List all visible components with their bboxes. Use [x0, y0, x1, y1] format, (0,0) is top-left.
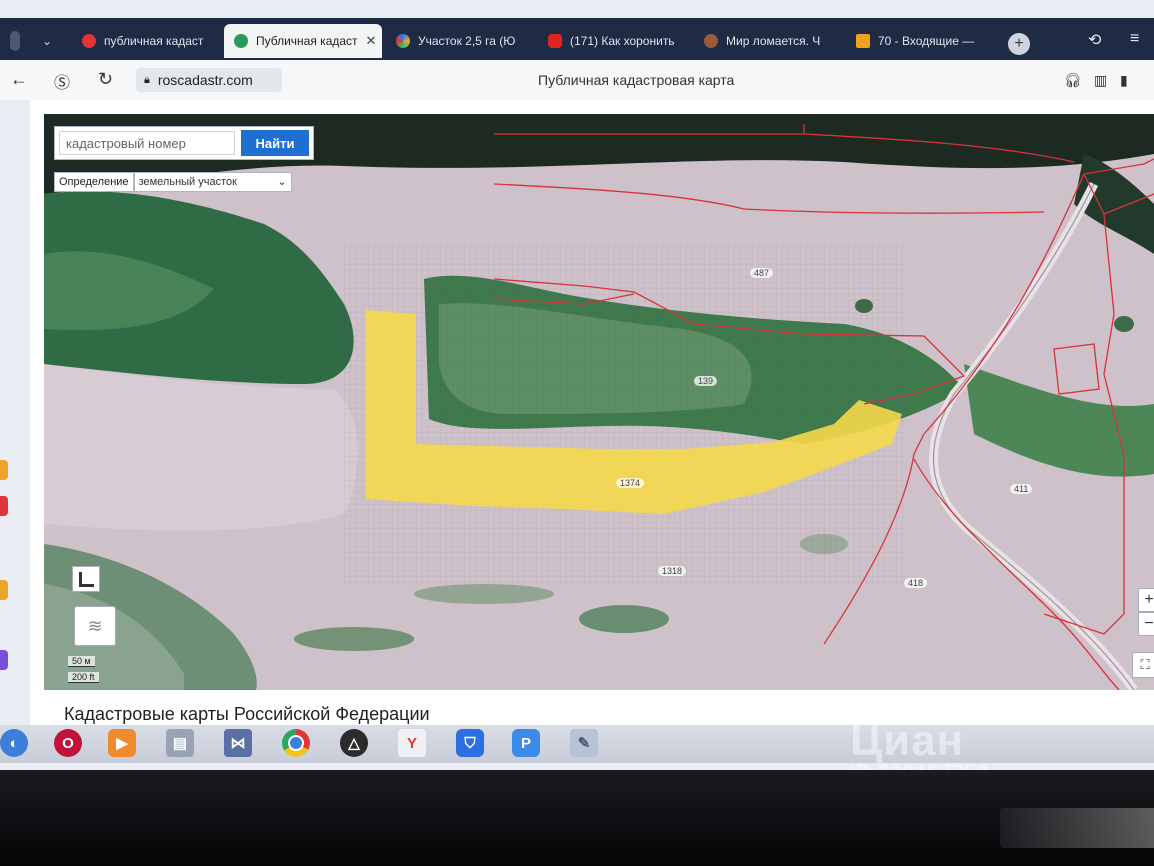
red-pin-icon [82, 34, 96, 48]
start-menu-icon[interactable]: ◐ [0, 729, 28, 757]
triangle-app-icon[interactable]: △ [340, 729, 368, 757]
chevron-down-icon: ⌄ [42, 34, 53, 48]
side-dock [0, 400, 10, 700]
reload-icon[interactable]: ↻ [98, 69, 113, 90]
tab-1[interactable]: публичная кадаст [72, 24, 222, 58]
dock-app-icon[interactable] [0, 650, 8, 670]
definition-row: Определение земельный участок ⌄ [54, 172, 292, 192]
pen-tool-icon[interactable]: ✎ [570, 729, 598, 757]
sync-icon[interactable]: ⟲ [1088, 30, 1101, 50]
page-footer-heading: Кадастровые карты Российской Федерации [64, 704, 430, 724]
tab-3[interactable]: Участок 2,5 га (Ю [386, 24, 534, 58]
tab-4-label: (171) Как хоронить [570, 34, 675, 48]
brown-circle-icon [704, 34, 718, 48]
messenger-icon[interactable]: ⋈ [224, 729, 252, 757]
tab-list-chevron[interactable]: ⌄ [32, 24, 54, 58]
dock-app-icon[interactable] [0, 580, 8, 600]
os-taskbar: ◐ O ▶ ▤ ⋈ △ Y ⛉ P ✎ [0, 725, 1154, 763]
yandex-shield-icon[interactable]: Ⓢ [54, 69, 70, 93]
new-tab-button[interactable]: + [1008, 33, 1030, 55]
tab-4[interactable]: (171) Как хоронить [538, 24, 688, 58]
url-text: roscadastr.com [157, 72, 253, 88]
parcel-label[interactable]: 487 [750, 268, 774, 278]
page-title: Публичная кадастровая карта [538, 72, 735, 88]
zoom-in-button[interactable]: + [1138, 588, 1154, 612]
reader-mode-icon[interactable]: ▥ [1094, 72, 1107, 89]
browser-tab-strip: ⌄ публичная кадаст Публичная кадаст ✕ Уч… [0, 18, 1154, 60]
parcel-label[interactable]: 139 [694, 376, 718, 386]
tab-3-label: Участок 2,5 га (Ю [418, 34, 516, 48]
tab-2-label: Публичная кадаст [256, 34, 358, 48]
browser-menu-button[interactable] [0, 24, 30, 58]
lock-icon: 🔒︎ [144, 73, 150, 86]
dock-app-icon[interactable] [0, 460, 8, 480]
mail-icon [856, 34, 870, 48]
listing-id-watermark: ID 319167750 [850, 760, 988, 770]
tab-5[interactable]: Мир ломается. Ч [694, 24, 840, 58]
zoom-out-button[interactable]: − [1138, 612, 1154, 636]
cadastral-search-box: Найти [54, 126, 314, 160]
scale-bar-metric: 50 м [68, 656, 95, 667]
plus-icon: + [1014, 35, 1024, 52]
cian-watermark: Циан [850, 716, 965, 765]
square-frame-icon [78, 571, 94, 587]
yandex-browser-icon[interactable]: Y [398, 729, 426, 757]
parcel-label[interactable]: 1374 [616, 478, 645, 488]
fullscreen-frame-button[interactable] [72, 566, 100, 592]
expand-map-button[interactable]: ⛶ [1132, 652, 1154, 678]
monitor-bezel [0, 770, 1154, 866]
tab-6[interactable]: 70 - Входящие — [846, 24, 996, 58]
cadastre-globe-icon [234, 34, 248, 48]
security-shield-icon[interactable]: ⛉ [456, 729, 484, 757]
close-tab-icon[interactable]: ✕ [366, 33, 377, 49]
bookmark-icon[interactable]: ▮ [1120, 72, 1128, 89]
colorful-dots-icon [396, 34, 410, 48]
monitor-stand-glint [1000, 808, 1154, 848]
monitor-screen: ⌄ публичная кадаст Публичная кадаст ✕ Уч… [0, 0, 1154, 770]
back-arrow-icon[interactable]: ← [10, 69, 28, 90]
chevron-down-icon: ⌄ [277, 176, 287, 188]
youtube-icon [548, 34, 562, 48]
hamburger-menu-icon[interactable]: ≡ [1130, 30, 1139, 48]
tab-6-label: 70 - Входящие — [878, 34, 975, 48]
tab-2-active[interactable]: Публичная кадаст ✕ [224, 24, 382, 58]
zoom-out-icon: − [1144, 615, 1154, 632]
satellite-imagery [44, 114, 1154, 690]
find-button[interactable]: Найти [241, 130, 309, 156]
chrome-icon[interactable] [282, 729, 310, 757]
parcel-label[interactable]: 411 [1010, 484, 1033, 494]
definition-value: земельный участок [138, 176, 237, 188]
web-page: Найти Определение земельный участок ⌄ 48… [30, 100, 1154, 725]
layers-button[interactable]: ≋ [74, 606, 116, 646]
address-bar: ← Ⓢ ↻ 🔒︎ roscadastr.com Публичная кадаст… [0, 60, 1154, 100]
opera-icon[interactable]: O [54, 729, 82, 757]
tab-1-label: публичная кадаст [104, 34, 204, 48]
parcel-label[interactable]: 1318 [658, 566, 687, 576]
media-player-icon[interactable]: ▶ [108, 729, 136, 757]
url-field[interactable]: 🔒︎ roscadastr.com [136, 68, 282, 92]
definition-select[interactable]: земельный участок ⌄ [133, 172, 292, 192]
tab-5-label: Мир ломается. Ч [726, 34, 821, 48]
cadastral-map[interactable]: Найти Определение земельный участок ⌄ 48… [44, 114, 1154, 690]
definition-label: Определение [54, 172, 134, 192]
headphones-icon[interactable]: 🎧︎ [1064, 72, 1082, 89]
scale-bar-imperial: 200 ft [68, 672, 99, 683]
p-app-icon[interactable]: P [512, 729, 540, 757]
parcel-label[interactable]: 418 [904, 578, 928, 588]
layers-icon: ≋ [87, 615, 103, 636]
cadastral-number-input[interactable] [59, 131, 235, 155]
zoom-in-icon: + [1144, 591, 1154, 608]
browser-logo-icon [10, 31, 20, 51]
dock-app-icon[interactable] [0, 496, 8, 516]
expand-icon: ⛶ [1140, 657, 1150, 672]
file-manager-icon[interactable]: ▤ [166, 729, 194, 757]
